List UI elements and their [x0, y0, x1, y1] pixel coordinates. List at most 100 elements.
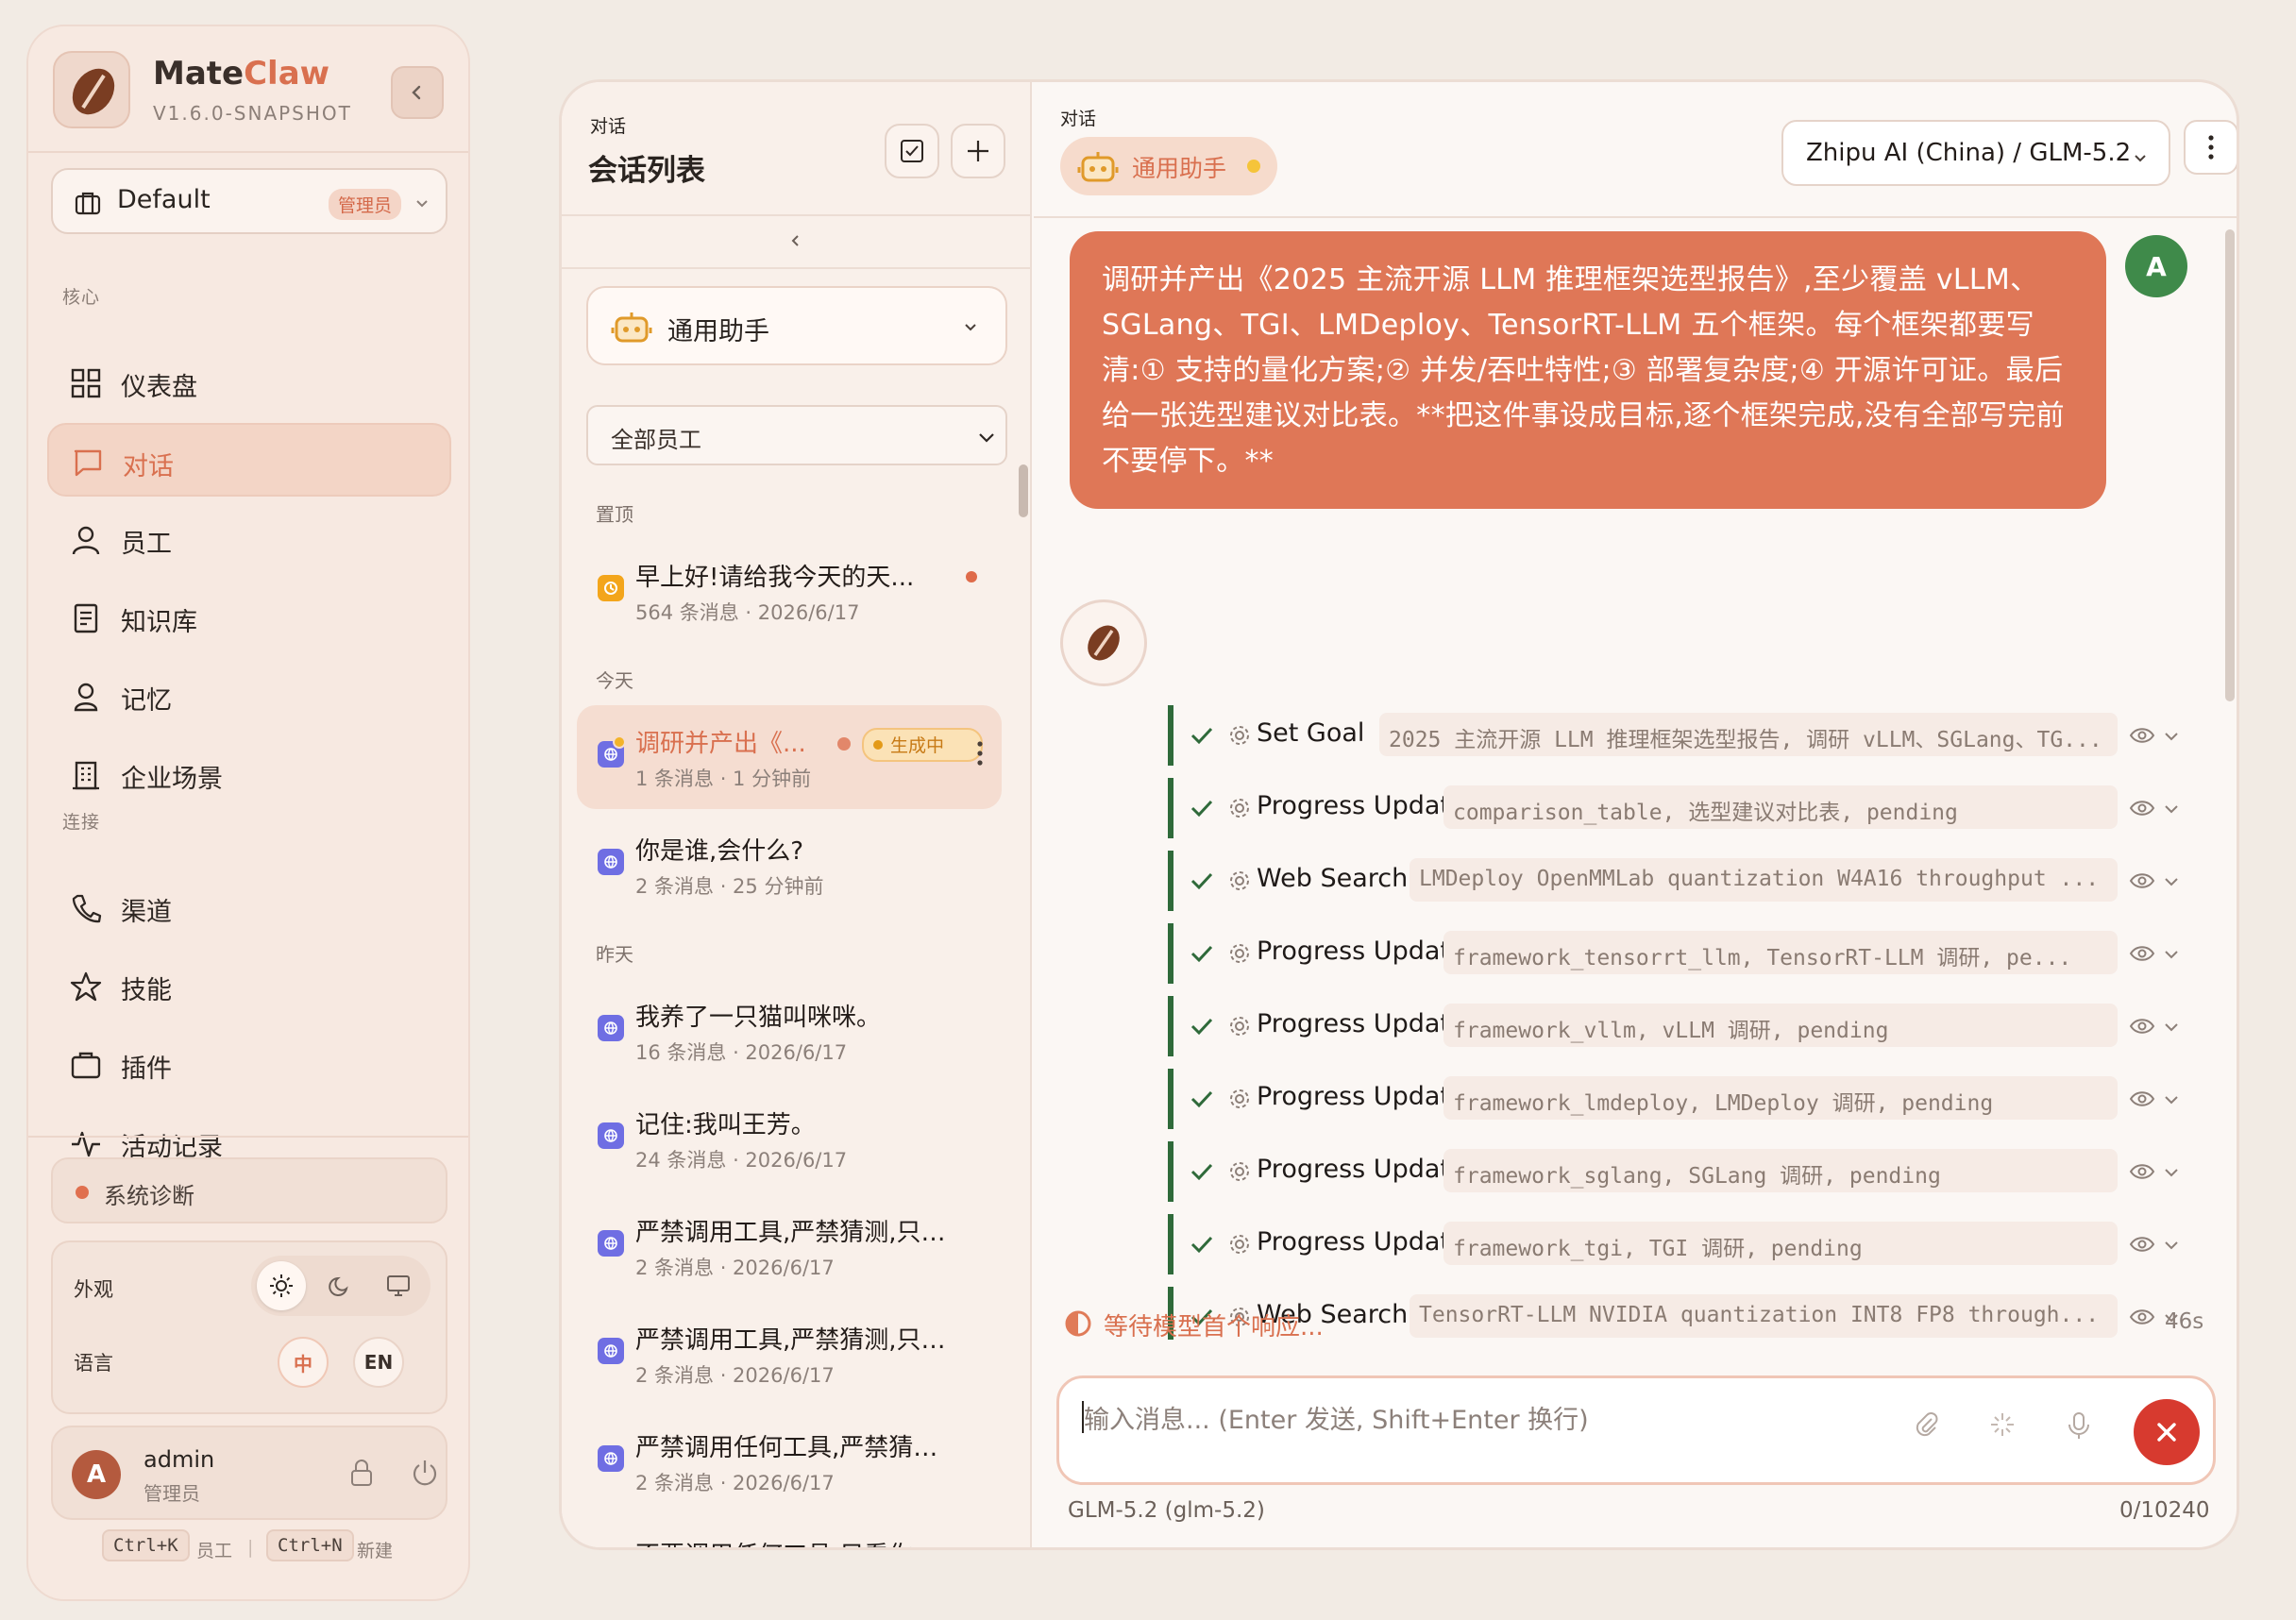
conversation-item-active[interactable]: 调研并产出《... 1 条消息 · 1 分钟前 生成中 — [577, 705, 1002, 809]
tool-step[interactable]: Progress Update framework_tensorrt_llm, … — [1168, 923, 2206, 984]
tool-step[interactable]: Web Search LMDeploy OpenMMLab quantizati… — [1168, 851, 2206, 911]
stop-generation-button[interactable] — [2134, 1399, 2200, 1465]
nav-item-memory[interactable]: 记忆 — [47, 659, 451, 733]
avatar: A — [72, 1450, 121, 1499]
user-message-bubble: 调研并产出《2025 主流开源 LLM 推理框架选型报告》,至少覆盖 vLLM、… — [1070, 231, 2106, 509]
new-conversation-button[interactable] — [951, 124, 1005, 178]
conversation-item[interactable]: 你是谁,会什么? 2 条消息 · 25 分钟前 — [577, 813, 1002, 917]
eye-icon[interactable] — [2129, 1089, 2155, 1108]
microphone-icon[interactable] — [2066, 1410, 2092, 1441]
panel-tag: 对话 — [590, 116, 627, 137]
divider — [28, 1136, 468, 1138]
system-diagnostics-button[interactable]: 系统诊断 — [51, 1157, 447, 1223]
dark-theme-button[interactable] — [315, 1261, 364, 1310]
collapse-sidebar-button[interactable] — [391, 66, 444, 119]
nav-item-dashboard[interactable]: 仪表盘 — [47, 346, 451, 419]
globe-icon — [598, 1015, 624, 1041]
employee-filter-select[interactable]: 全部员工 — [586, 405, 1007, 465]
chevron-down-icon[interactable] — [2163, 1021, 2180, 1034]
workspace-selector[interactable]: Default 管理员 — [51, 168, 447, 234]
eye-icon[interactable] — [2129, 871, 2155, 890]
light-theme-button[interactable] — [257, 1261, 306, 1310]
chevron-down-icon[interactable] — [2163, 730, 2180, 743]
nav-item-skills[interactable]: 技能 — [47, 949, 451, 1022]
eye-icon[interactable] — [2129, 726, 2155, 745]
chevron-down-icon[interactable] — [2163, 948, 2180, 961]
power-icon[interactable] — [410, 1458, 440, 1488]
agent-selector[interactable]: 通用助手 — [586, 286, 1007, 365]
status-dot — [76, 1186, 89, 1199]
message-input[interactable]: 输入消息... (Enter 发送, Shift+Enter 换行) — [1056, 1375, 2216, 1485]
collapse-list-button[interactable] — [562, 214, 1030, 267]
conversation-item[interactable]: 早上好!请给我今天的天... 564 条消息 · 2026/6/17 — [577, 539, 1002, 643]
nav-item-plugins[interactable]: 插件 — [47, 1027, 451, 1101]
section-core: 核心 — [62, 287, 101, 308]
nav-label: 仪表盘 — [121, 373, 197, 402]
check-icon — [1190, 727, 1213, 745]
tool-name: Progress Update — [1257, 791, 1466, 820]
list-scrollbar[interactable] — [1019, 464, 1028, 517]
gear-icon — [1230, 871, 1249, 890]
divider — [1034, 216, 2237, 218]
nav-label: 记忆 — [121, 686, 172, 716]
user-name: admin — [144, 1446, 215, 1473]
eye-icon[interactable] — [2129, 1162, 2155, 1181]
language-zh-button[interactable]: 中 — [278, 1337, 329, 1388]
conversation-item[interactable]: 严禁调用工具,严禁猜测,只依... 2 条消息 · 2026/6/17 — [577, 1194, 1002, 1298]
conversation-item[interactable]: 严禁调用任何工具,严禁猜测... 2 条消息 · 2026/6/17 — [577, 1409, 1002, 1513]
conversation-item[interactable]: 我养了一只猫叫咪咪。 16 条消息 · 2026/6/17 — [577, 979, 1002, 1083]
tool-step[interactable]: Progress Update framework_lmdeploy, LMDe… — [1168, 1069, 2206, 1129]
model-selector[interactable]: Zhipu AI (China) / GLM-5.2 — [1781, 120, 2170, 186]
conversation-title: 不要调用任何工具,只看你系... — [635, 1536, 953, 1547]
tool-step[interactable]: Progress Update comparison_table, 选型建议对比… — [1168, 778, 2206, 838]
eye-icon[interactable] — [2129, 799, 2155, 818]
chevron-down-icon — [416, 200, 428, 208]
nav-label: 对话 — [123, 452, 174, 481]
system-theme-button[interactable] — [374, 1261, 423, 1310]
user-message-text: 调研并产出《2025 主流开源 LLM 推理框架选型报告》,至少覆盖 vLLM、… — [1102, 263, 2065, 478]
more-options-button[interactable] — [2184, 120, 2237, 175]
lock-icon[interactable] — [347, 1458, 376, 1488]
conversation-title: 我养了一只猫叫咪咪。 — [635, 1004, 882, 1032]
eye-icon[interactable] — [2129, 1235, 2155, 1254]
nav-item-enterprise[interactable]: 企业场景 — [47, 737, 451, 811]
waiting-text: 等待模型首个响应... — [1104, 1313, 1324, 1342]
eye-icon[interactable] — [2129, 944, 2155, 963]
conversation-item[interactable]: 记住:我叫王芳。 24 条消息 · 2026/6/17 — [577, 1087, 1002, 1190]
nav-item-employees[interactable]: 员工 — [47, 502, 451, 576]
chevron-down-icon[interactable] — [2163, 1093, 2180, 1106]
eye-icon[interactable] — [2129, 1017, 2155, 1036]
select-mode-button[interactable] — [885, 124, 939, 178]
gear-icon — [1230, 944, 1249, 963]
chevron-down-icon[interactable] — [2163, 1166, 2180, 1179]
globe-icon — [598, 1122, 624, 1149]
chevron-down-icon[interactable] — [2163, 802, 2180, 816]
check-icon — [1190, 1090, 1213, 1108]
more-vertical-icon[interactable] — [975, 739, 985, 768]
clock-icon — [598, 575, 624, 601]
nav-item-channels[interactable]: 渠道 — [47, 870, 451, 944]
nav-item-knowledge-base[interactable]: 知识库 — [47, 581, 451, 654]
chat-scrollbar[interactable] — [2225, 229, 2235, 701]
user-card[interactable]: A admin 管理员 — [51, 1426, 447, 1520]
tool-step[interactable]: Set Goal 2025 主流开源 LLM 推理框架选型报告, 调研 vLLM… — [1168, 705, 2206, 766]
appearance-label: 外观 — [74, 1278, 113, 1301]
tool-args: framework_vllm, vLLM 调研, pending — [1443, 1004, 2118, 1047]
tool-args: framework_sglang, SGLang 调研, pending — [1443, 1149, 2118, 1192]
briefcase-icon — [75, 192, 101, 215]
tool-step[interactable]: Progress Update framework_sglang, SGLang… — [1168, 1141, 2206, 1202]
section-connect: 连接 — [62, 812, 101, 833]
paperclip-icon[interactable] — [1913, 1410, 1941, 1439]
chevron-down-icon[interactable] — [2163, 875, 2180, 888]
conversation-item[interactable]: 不要调用任何工具,只看你系... — [577, 1517, 1002, 1547]
chevron-down-icon[interactable] — [2163, 1239, 2180, 1252]
tool-step[interactable]: Progress Update framework_tgi, TGI 调研, p… — [1168, 1214, 2206, 1274]
nav-item-chat[interactable]: 对话 — [47, 423, 451, 497]
conversation-item[interactable]: 严禁调用工具,严禁猜测,只依... 2 条消息 · 2026/6/17 — [577, 1302, 1002, 1406]
agent-pill[interactable]: 通用助手 — [1060, 137, 1277, 195]
sparkle-icon[interactable] — [1988, 1410, 2017, 1439]
language-en-button[interactable]: EN — [353, 1337, 404, 1388]
conversation-meta: 2 条消息 · 2026/6/17 — [635, 1472, 835, 1494]
checkbox-edit-icon — [901, 140, 923, 162]
tool-step[interactable]: Progress Update framework_vllm, vLLM 调研,… — [1168, 996, 2206, 1056]
